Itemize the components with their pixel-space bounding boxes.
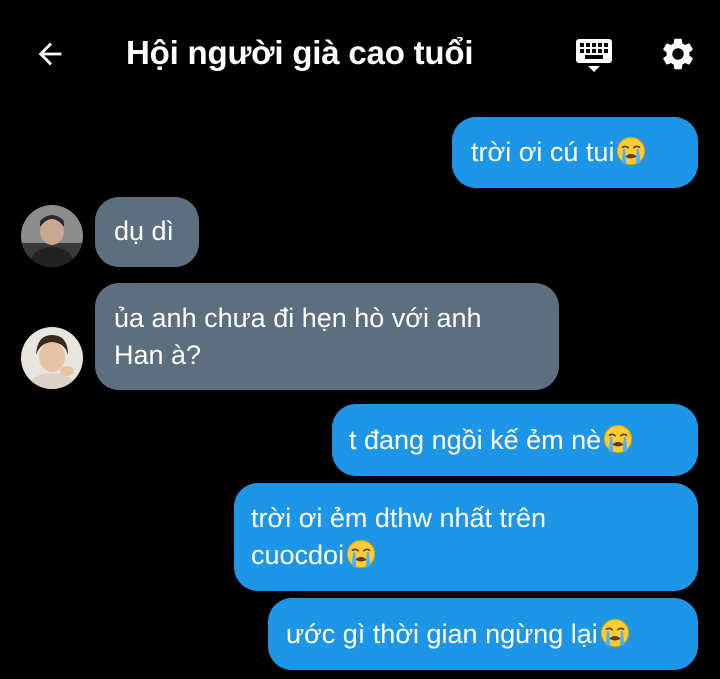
- keyboard-icon: [576, 39, 612, 72]
- avatar-image: [21, 205, 83, 267]
- crying-face-emoji: [346, 539, 376, 569]
- message-text-line: Han à?: [114, 340, 202, 370]
- message-text: t đang ngồi kế ẻm nè: [349, 425, 602, 455]
- message-text: ước gì thời gian ngừng lại: [286, 619, 598, 649]
- message-text-line: ủa anh chưa đi hẹn hò với anh: [114, 303, 482, 333]
- message-text: dụ dì: [114, 216, 175, 246]
- message-bubble-received[interactable]: ủa anh chưa đi hẹn hò với anh Han à?: [95, 283, 559, 390]
- keyboard-button[interactable]: [570, 34, 618, 78]
- message-bubble-sent[interactable]: trời ơi cú tui: [452, 117, 698, 188]
- message-text-line: cuocdoi: [251, 540, 345, 570]
- message-text-line: trời ơi ẻm dthw nhất trên: [251, 503, 547, 533]
- settings-button[interactable]: [654, 32, 702, 76]
- message-text: trời ơi cú tui: [471, 137, 615, 167]
- avatar[interactable]: [21, 327, 83, 389]
- crying-face-emoji: [616, 136, 646, 166]
- gear-icon: [663, 38, 693, 70]
- back-button[interactable]: [28, 32, 72, 76]
- chat-title: Hội người già cao tuổi: [126, 34, 474, 71]
- message-bubble-sent[interactable]: trời ơi ẻm dthw nhất trên cuocdoi: [234, 483, 698, 591]
- message-bubble-sent[interactable]: t đang ngồi kế ẻm nè: [332, 404, 698, 476]
- crying-face-emoji: [600, 618, 630, 648]
- avatar-image: [21, 327, 83, 389]
- avatar[interactable]: [21, 205, 83, 267]
- chat-header: Hội người già cao tuổi: [0, 0, 720, 104]
- message-bubble-received[interactable]: dụ dì: [95, 197, 199, 267]
- crying-face-emoji: [603, 424, 633, 454]
- message-bubble-sent[interactable]: ước gì thời gian ngừng lại: [268, 598, 698, 670]
- arrow-left-icon: [38, 42, 62, 66]
